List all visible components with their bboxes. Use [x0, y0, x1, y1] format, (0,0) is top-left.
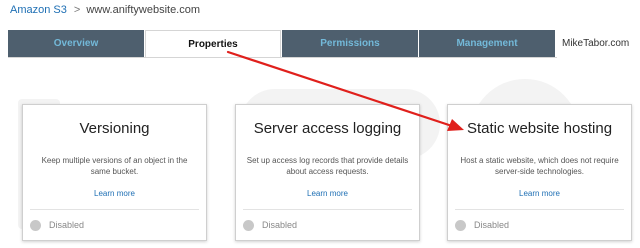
card-title: Versioning [79, 120, 150, 137]
card-divider [30, 209, 199, 210]
status-indicator: Disabled [243, 218, 297, 232]
status-dot-icon [243, 220, 254, 232]
breadcrumb-current: www.aniftywebsite.com [86, 4, 201, 16]
status-indicator: Disabled [30, 218, 84, 232]
status-dot-icon [455, 220, 466, 232]
status-dot-icon [30, 220, 41, 232]
status-text: Disabled [49, 220, 85, 230]
tab-management[interactable]: Management [419, 30, 555, 57]
status-text: Disabled [474, 220, 510, 230]
card-versioning[interactable]: Versioning Keep multiple versions of an … [22, 104, 207, 241]
card-static-website-hosting[interactable]: Static website hosting Host a static web… [447, 104, 632, 241]
card-description: Host a static website, which does not re… [460, 156, 619, 176]
status-text: Disabled [262, 220, 298, 230]
card-description: Keep multiple versions of an object in t… [41, 156, 188, 176]
card-divider [455, 209, 624, 210]
learn-more-link[interactable]: Learn more [23, 189, 206, 198]
tab-divider [8, 57, 557, 58]
breadcrumb: Amazon S3 > www.aniftywebsite.com [10, 0, 200, 20]
learn-more-link[interactable]: Learn more [236, 189, 419, 198]
breadcrumb-amazon-s3-link[interactable]: Amazon S3 [10, 4, 67, 16]
breadcrumb-separator: > [73, 4, 81, 16]
card-divider [243, 209, 412, 210]
learn-more-link[interactable]: Learn more [448, 189, 631, 198]
card-description: Set up access log records that provide d… [246, 156, 409, 176]
card-title: Server access logging [253, 120, 402, 137]
tab-overview[interactable]: Overview [8, 30, 144, 57]
tab-bar: Overview Properties Permissions Manageme… [8, 30, 634, 58]
card-title: Static website hosting [466, 120, 613, 137]
tab-permissions[interactable]: Permissions [282, 30, 418, 57]
card-server-access-logging[interactable]: Server access logging Set up access log … [235, 104, 420, 241]
brand-watermark: MikeTabor.com [562, 38, 630, 49]
status-indicator: Disabled [455, 218, 509, 232]
tab-properties[interactable]: Properties [145, 30, 281, 58]
